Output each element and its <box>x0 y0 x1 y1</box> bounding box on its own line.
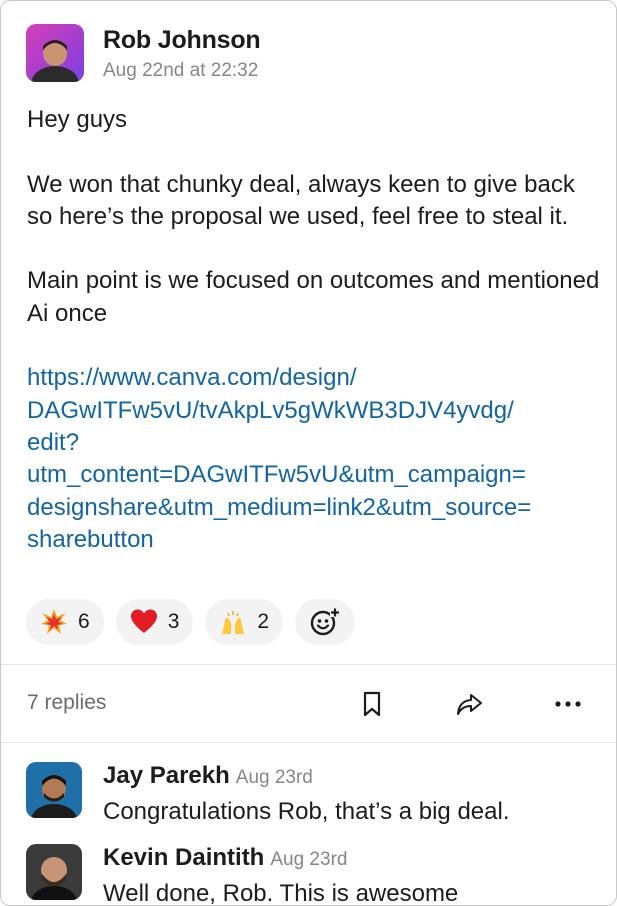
raised-hands-emoji-icon <box>222 611 245 634</box>
message-greeting: Hey guys <box>27 106 128 133</box>
link-line[interactable]: sharebutton <box>27 524 602 556</box>
more-icon[interactable] <box>554 690 582 718</box>
add-reaction-button[interactable] <box>295 599 356 645</box>
link-line[interactable]: DAGwITFw5vU/tvAkpLv5gWkWB3DJV4yvdg/ <box>27 395 602 427</box>
message-timestamp[interactable]: Aug 22nd at 22:32 <box>103 60 258 82</box>
reactions-bar: 6 3 2 <box>26 599 356 645</box>
reaction-collision[interactable]: 6 <box>26 599 104 645</box>
message-paragraph: Main point is we focused on outcomes and… <box>27 267 600 327</box>
link-line[interactable]: edit? <box>27 427 602 459</box>
message-body: Hey guys We won that chunky deal, always… <box>27 104 602 556</box>
link-line[interactable]: designshare&utm_medium=link2&utm_source= <box>27 492 602 524</box>
reply-text: Congratulations Rob, that’s a big deal. <box>103 798 510 825</box>
link-line[interactable]: https://www.canva.com/design/ <box>27 362 602 394</box>
reply-author[interactable]: Kevin Daintith <box>103 844 264 871</box>
proposal-link[interactable]: https://www.canva.com/design/ DAGwITFw5v… <box>27 362 602 556</box>
red-heart-emoji-icon <box>130 609 157 633</box>
replies-count-link[interactable]: 7 replies <box>27 691 106 715</box>
reaction-count: 3 <box>167 610 180 633</box>
share-icon[interactable] <box>455 690 483 718</box>
collision-emoji-icon <box>41 609 67 634</box>
add-reaction-icon <box>310 608 341 636</box>
reply-avatar[interactable] <box>26 762 82 818</box>
reply-timestamp[interactable]: Aug 23rd <box>270 849 347 870</box>
link-line[interactable]: utm_content=DAGwITFw5vU&utm_campaign= <box>27 459 602 491</box>
reaction-raised-hands[interactable]: 2 <box>205 599 284 645</box>
reply-avatar[interactable] <box>26 844 82 900</box>
message-card: Rob Johnson Aug 22nd at 22:32 Hey guys W… <box>0 0 617 906</box>
divider <box>1 742 616 743</box>
reply-text: Well done, Rob. This is awesome <box>103 880 459 906</box>
author-avatar[interactable] <box>26 24 84 82</box>
bookmark-icon[interactable] <box>358 690 386 718</box>
author-name[interactable]: Rob Johnson <box>103 26 261 55</box>
reaction-heart[interactable]: 3 <box>115 599 194 645</box>
reply-timestamp[interactable]: Aug 23rd <box>236 767 313 788</box>
thread-actions: 7 replies <box>1 665 616 742</box>
reaction-count: 6 <box>78 610 90 633</box>
reaction-count: 2 <box>257 610 270 633</box>
reply-author[interactable]: Jay Parekh <box>103 762 230 789</box>
message-paragraph: We won that chunky deal, always keen to … <box>27 170 575 230</box>
